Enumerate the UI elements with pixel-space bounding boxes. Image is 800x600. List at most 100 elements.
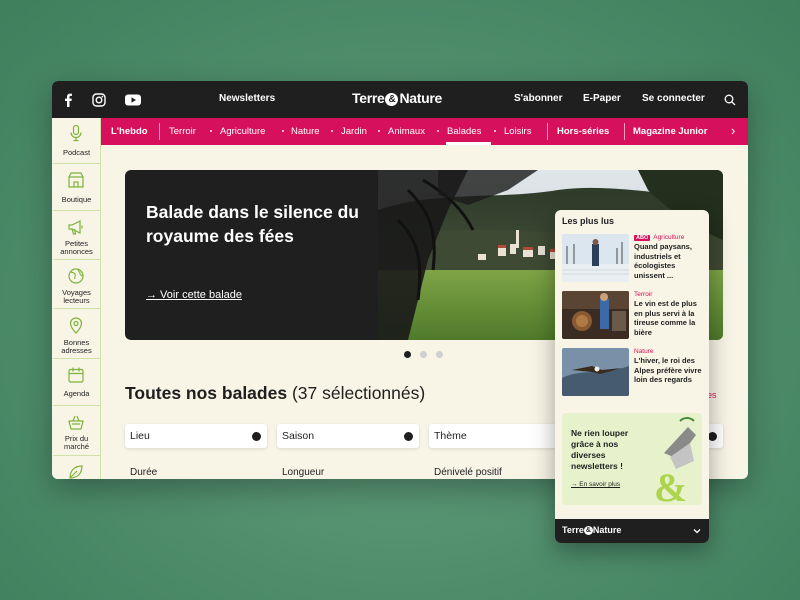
article-tag: ABO Agriculture (634, 234, 684, 241)
article-title: Le vin est de plus en plus servi à la ti… (634, 299, 697, 337)
most-read-article[interactable]: ABO Agriculture Quand paysans, industriel… (562, 234, 704, 284)
listing-title-main: Toutes nos balades (125, 383, 288, 403)
filter-denivele-label[interactable]: Dénivelé positif (434, 467, 502, 478)
chevron-down-icon (708, 432, 717, 441)
sidebar-item-petites-annonces[interactable]: Petites annonces (53, 212, 100, 260)
filter-saison[interactable]: Saison (277, 424, 419, 448)
nav-hors-series[interactable]: Hors-séries (557, 126, 609, 137)
nav-active-indicator (446, 142, 491, 145)
sidebar-item-podcast[interactable]: Podcast (53, 118, 100, 164)
listing-count: (37 sélectionnés) (287, 383, 426, 403)
nav-item-agriculture[interactable]: Agriculture (220, 126, 265, 137)
nav-dot (331, 130, 333, 132)
sidebar-item-prix-du-marche[interactable]: Prix du marché (53, 407, 100, 456)
subscribe-link[interactable]: S'abonner (514, 93, 563, 104)
article-thumbnail (562, 291, 629, 339)
most-read-title: Les plus lus (562, 216, 615, 226)
nav-dot (210, 130, 212, 132)
most-read-article[interactable]: Terroir Le vin est de plus en plus servi… (562, 291, 704, 341)
article-title: L'hiver, le roi des Alpes préfère vivre … (634, 356, 702, 384)
instagram-icon[interactable] (89, 90, 109, 110)
article-category: Agriculture (653, 234, 685, 241)
carousel-dot[interactable] (436, 351, 443, 358)
logo-text-left: Terre (352, 90, 385, 106)
basket-icon (68, 415, 84, 430)
site-logo[interactable]: Terre & Nature (352, 90, 442, 106)
article-title: Quand paysans, industriels et écologiste… (634, 242, 692, 280)
article-thumbnail (562, 234, 629, 282)
chevron-down-icon[interactable] (693, 527, 701, 535)
nav-magazine-junior[interactable]: Magazine Junior (633, 126, 707, 137)
search-icon[interactable] (720, 90, 740, 110)
sidebar-item-label: Voyages lecteurs (62, 288, 91, 305)
shop-icon (68, 172, 84, 188)
login-link[interactable]: Se connecter (642, 93, 705, 104)
nav-dot (378, 130, 380, 132)
nav-item-loisirs[interactable]: Loisirs (504, 126, 531, 137)
epaper-link[interactable]: E-Paper (583, 93, 621, 104)
logo-text-right: Nature (592, 525, 622, 535)
logo-ampersand: & (385, 93, 399, 106)
mobile-footer-bar: Terre & Nature (555, 519, 709, 543)
mobile-preview: Les plus lus ABO Agriculture Quand paysan… (555, 210, 709, 543)
svg-text:&: & (654, 465, 687, 505)
sidebar-item-label: Agenda (63, 389, 90, 398)
chevron-down-icon (252, 432, 261, 441)
nav-dot (437, 130, 439, 132)
carousel-dot-active[interactable] (404, 351, 411, 358)
promo-link[interactable]: → En savoir plus (571, 481, 620, 488)
sidebar-item-boutique[interactable]: Boutique (53, 165, 100, 211)
sidebar-item-bonnes-adresses[interactable]: Bonnes adresses (53, 310, 100, 359)
nav-separator (159, 123, 160, 140)
filter-label: Thème (434, 430, 467, 442)
carousel-dot[interactable] (420, 351, 427, 358)
calendar-icon (68, 367, 84, 383)
bird-illustration: & (654, 417, 696, 505)
top-bar: Newsletters Terre & Nature S'abonner E-Pap… (52, 81, 748, 118)
sidebar-item-voyages[interactable]: Voyages lecteurs (53, 261, 100, 309)
newsletters-link[interactable]: Newsletters (219, 93, 275, 104)
nav-separator (624, 123, 625, 140)
nav-item-jardin[interactable]: Jardin (341, 126, 367, 137)
facebook-icon[interactable] (58, 90, 78, 110)
nav-hebdo[interactable]: L'hebdo (111, 126, 148, 137)
hero-link[interactable]: → Voir cette balade (146, 289, 242, 301)
main-navbar: L'hebdo Terroir Agriculture Nature Jardi… (101, 118, 748, 145)
nav-item-animaux[interactable]: Animaux (388, 126, 425, 137)
nav-item-terroir[interactable]: Terroir (169, 126, 196, 137)
article-thumbnail (562, 348, 629, 396)
youtube-icon[interactable] (123, 90, 143, 110)
abo-badge: ABO (634, 235, 651, 241)
filter-duree-label[interactable]: Durée (130, 467, 157, 478)
logo-ampersand: & (583, 526, 593, 535)
filter-theme[interactable]: Thème (429, 424, 571, 448)
sidebar-item-agenda[interactable]: Agenda (53, 360, 100, 406)
newsletter-promo[interactable]: & Ne rien louper grâce à nos diverses ne… (562, 413, 702, 505)
mobile-logo[interactable]: Terre & Nature (562, 525, 621, 535)
map-pin-icon (69, 317, 83, 334)
nav-separator (547, 123, 548, 140)
globe-icon (68, 268, 84, 284)
logo-text-left: Terre (562, 525, 584, 535)
filter-longueur-label[interactable]: Longueur (282, 467, 324, 478)
nav-item-balades[interactable]: Balades (447, 126, 481, 137)
sidebar-item-label: Prix du marché (63, 434, 89, 451)
chevron-down-icon (404, 432, 413, 441)
sidebar-item-more[interactable] (53, 457, 100, 479)
logo-text-right: Nature (399, 90, 443, 106)
sidebar-item-label: Petites annonces (60, 239, 93, 256)
megaphone-icon (68, 220, 83, 235)
listing-title: Toutes nos balades (37 sélectionnés) (125, 383, 425, 404)
promo-text: Ne rien louper grâce à nos diverses news… (571, 428, 629, 471)
nav-dot (282, 130, 284, 132)
sidebar-item-label: Bonnes adresses (61, 338, 92, 355)
chevron-right-icon[interactable]: › (731, 123, 735, 138)
hero-title: Balade dans le silence du royaume des fé… (146, 202, 359, 246)
filter-lieu[interactable]: Lieu (125, 424, 267, 448)
nav-item-nature[interactable]: Nature (291, 126, 320, 137)
article-category: Terroir (634, 291, 653, 298)
filter-label: Lieu (130, 430, 150, 442)
sidebar-item-label: Boutique (61, 195, 92, 204)
nav-dot (494, 130, 496, 132)
most-read-article[interactable]: Nature L'hiver, le roi des Alpes préfère… (562, 348, 704, 398)
